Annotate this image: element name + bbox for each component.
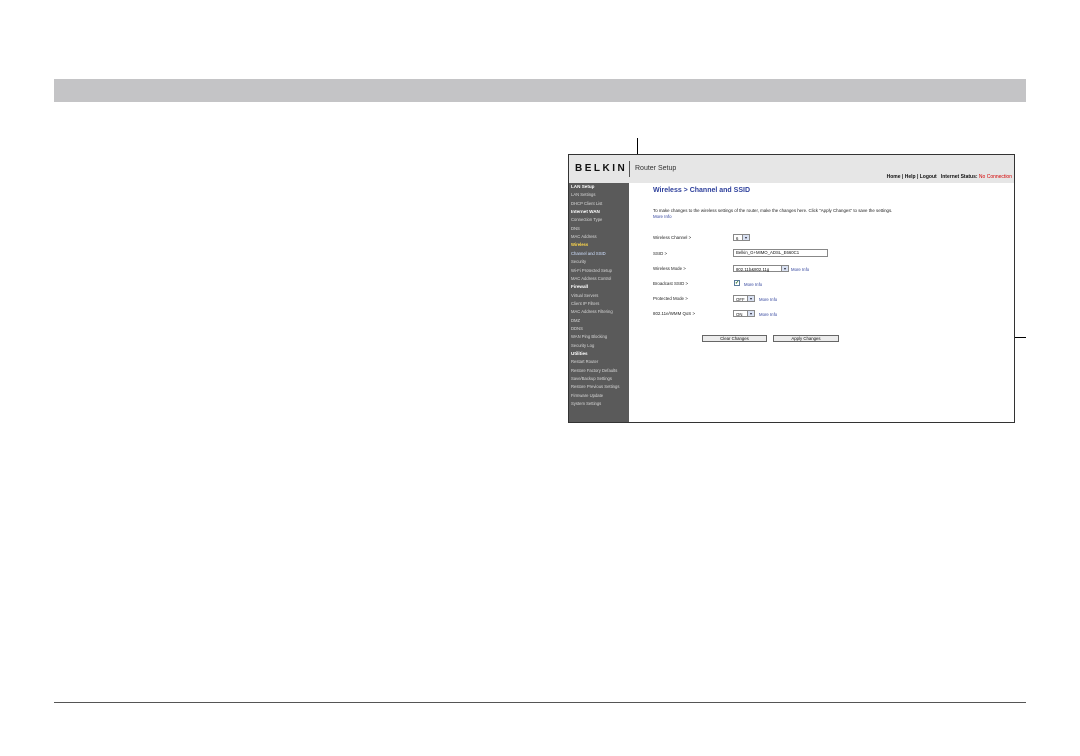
intro-text: To make changes to the wireless settings… xyxy=(653,208,893,220)
sidebar-item[interactable]: DDNS xyxy=(571,326,583,331)
home-link[interactable]: Home xyxy=(887,174,901,180)
top-links: Home | Help | Logout Internet Status: No… xyxy=(887,174,1012,180)
sidebar-item[interactable]: MAC Address Filtering xyxy=(571,309,613,314)
sidebar-section-heading: Firewall xyxy=(571,284,589,290)
sidebar-item[interactable]: Restore Previous Settings xyxy=(571,384,619,389)
clear-changes-button[interactable]: Clear Changes xyxy=(702,335,767,342)
app-title: Router Setup xyxy=(635,165,677,172)
sidebar-item[interactable]: Wireless xyxy=(571,242,588,247)
protected-mode-more-info[interactable]: More Info xyxy=(759,297,777,302)
logout-link[interactable]: Logout xyxy=(920,174,937,180)
sidebar-item[interactable]: Restore Factory Defaults xyxy=(571,368,617,373)
belkin-logo: BELKIN xyxy=(575,163,628,174)
sidebar-item[interactable]: System Settings xyxy=(571,401,601,406)
sidebar-item[interactable]: MAC Address Control xyxy=(571,276,611,281)
broadcast-ssid-more-info[interactable]: More Info xyxy=(744,282,762,287)
router-screenshot: BELKIN Router Setup Home | Help | Logout… xyxy=(568,154,1015,423)
sidebar-section-heading: Utilities xyxy=(571,351,588,356)
sidebar-nav: LAN Setup LAN Settings DHCP Client List Int… xyxy=(569,183,629,422)
help-link[interactable]: Help xyxy=(905,174,916,180)
header-band xyxy=(54,79,1026,102)
sidebar-item[interactable]: Channel and SSID xyxy=(571,251,606,256)
chevron-down-icon: ▾ xyxy=(747,296,754,301)
sidebar-item[interactable]: DHCP Client List xyxy=(571,201,602,206)
ssid-label: SSID > xyxy=(653,251,668,256)
logo-divider xyxy=(629,161,630,177)
sidebar-item[interactable]: Client IP Filters xyxy=(571,301,599,306)
protected-mode-value: OFF xyxy=(736,297,745,302)
link-separator: | xyxy=(916,174,919,180)
wireless-mode-label: Wireless Mode > xyxy=(653,266,686,271)
checkmark-icon: ✓ xyxy=(735,280,740,286)
broadcast-ssid-label: Broadcast SSID > xyxy=(653,281,689,286)
protected-mode-select[interactable]: OFF ▾ xyxy=(733,295,755,302)
link-separator: | xyxy=(901,174,904,180)
sidebar-section-heading: LAN Setup xyxy=(571,184,595,189)
sidebar-item[interactable]: Security Log xyxy=(571,343,594,348)
qos-label: 802.11e/WMM QoS > xyxy=(653,311,696,316)
intro-more-info-link[interactable]: More Info xyxy=(653,214,672,219)
sidebar-item[interactable]: Wi-Fi Protected Setup xyxy=(571,268,612,273)
chevron-down-icon: ▾ xyxy=(781,266,788,271)
sidebar-item[interactable]: Security xyxy=(571,259,586,264)
wireless-mode-select[interactable]: 802.11b&802.11g ▾ xyxy=(733,265,789,272)
wireless-channel-select[interactable]: 6 ▾ xyxy=(733,234,750,241)
qos-value: ON xyxy=(736,312,743,317)
sidebar-item[interactable]: LAN Settings xyxy=(571,192,595,197)
qos-more-info[interactable]: More Info xyxy=(759,312,777,317)
internet-status-label: Internet Status: xyxy=(940,174,978,180)
intro-body: To make changes to the wireless settings… xyxy=(653,208,893,213)
sidebar-item[interactable]: Connection Type xyxy=(571,217,602,222)
sidebar-item[interactable]: Save/Backup Settings xyxy=(571,376,612,381)
wireless-mode-more-info[interactable]: More Info xyxy=(791,267,809,272)
apply-changes-button[interactable]: Apply Changes xyxy=(773,335,839,342)
sidebar-item[interactable]: DMZ xyxy=(571,318,580,323)
wireless-mode-value: 802.11b&802.11g xyxy=(736,267,770,272)
ssid-input[interactable]: Belkin_G+MIMO_ADSL_E660C1 xyxy=(733,249,828,257)
wireless-channel-value: 6 xyxy=(736,236,739,241)
router-header: BELKIN Router Setup Home | Help | Logout… xyxy=(569,155,1014,184)
sidebar-section-heading: Internet WAN xyxy=(571,209,600,215)
broadcast-ssid-checkbox[interactable]: ✓ xyxy=(734,280,740,286)
wireless-channel-label: Wireless Channel > xyxy=(653,235,692,240)
page-title: Wireless > Channel and SSID xyxy=(653,187,750,194)
chevron-down-icon: ▾ xyxy=(747,311,754,316)
sidebar-item[interactable]: MAC Address xyxy=(571,234,597,239)
sidebar-item[interactable]: Restart Router xyxy=(571,359,598,364)
chevron-down-icon: ▾ xyxy=(742,235,749,240)
sidebar-item[interactable]: Virtual Servers xyxy=(571,293,598,298)
internet-status-value: No Connection xyxy=(978,174,1012,180)
sidebar-item[interactable]: WAN Ping Blocking xyxy=(571,334,607,339)
protected-mode-label: Protected Mode > xyxy=(653,296,688,301)
qos-select[interactable]: ON ▾ xyxy=(733,310,755,317)
sidebar-item[interactable]: DNS xyxy=(571,226,580,231)
main-panel: Wireless > Channel and SSID To make chan… xyxy=(629,183,1014,422)
sidebar-item[interactable]: Firmware Update xyxy=(571,393,603,398)
footer-rule xyxy=(54,702,1026,703)
